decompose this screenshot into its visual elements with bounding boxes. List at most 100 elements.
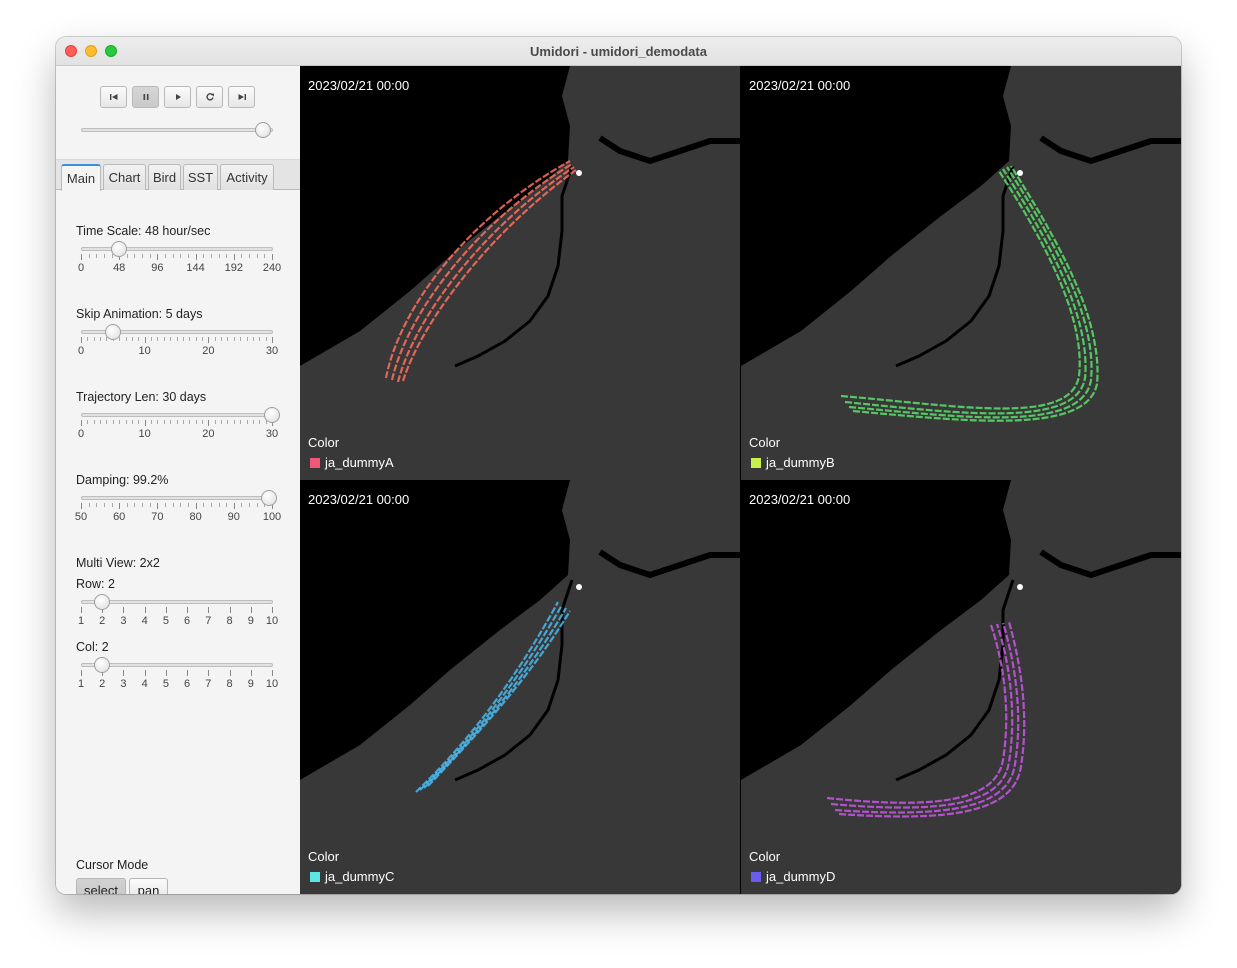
slider-tick bbox=[272, 254, 273, 260]
slider-tick bbox=[264, 254, 266, 258]
slider-tick bbox=[201, 337, 203, 341]
colony-marker bbox=[1017, 170, 1023, 176]
map-panel[interactable]: 2023/02/21 00:00 Color ja_dummyB bbox=[741, 66, 1181, 480]
reload-icon bbox=[205, 93, 214, 101]
slider-tick bbox=[134, 254, 136, 258]
map-grid[interactable]: 2023/02/21 00:00 Color ja_dummyA 2023/02… bbox=[300, 66, 1181, 894]
slider-tick bbox=[96, 503, 98, 507]
time-scale-slider-track[interactable] bbox=[81, 247, 273, 251]
slider-tick bbox=[250, 607, 252, 613]
panel-timestamp: 2023/02/21 00:00 bbox=[308, 492, 410, 507]
slider-tick bbox=[208, 337, 210, 343]
tab-main[interactable]: Main bbox=[61, 164, 101, 191]
slider-tick bbox=[272, 337, 273, 343]
slider-tick bbox=[210, 503, 212, 507]
slider-tick bbox=[187, 254, 189, 258]
damping-slider-thumb[interactable] bbox=[260, 490, 277, 506]
trajectory-len-slider-track[interactable] bbox=[81, 413, 273, 417]
slider-tick-label: 7 bbox=[205, 615, 212, 627]
slider-tick bbox=[249, 254, 251, 258]
select-mode-button[interactable]: select bbox=[76, 878, 126, 894]
pan-mode-button[interactable]: pan bbox=[129, 878, 168, 894]
damping-slider-track[interactable] bbox=[81, 496, 273, 500]
panel-timestamp: 2023/02/21 00:00 bbox=[749, 78, 851, 93]
panel-legend-item: ja_dummyC bbox=[310, 869, 394, 884]
skip-to-end-button[interactable] bbox=[228, 86, 255, 108]
map-canvas[interactable] bbox=[741, 66, 1181, 480]
slider-tick-label: 8 bbox=[226, 678, 233, 690]
slider-tick bbox=[87, 337, 89, 341]
colony-marker bbox=[576, 584, 582, 590]
tab-bird[interactable]: Bird bbox=[148, 164, 181, 190]
slider-tick bbox=[81, 337, 82, 343]
map-canvas[interactable] bbox=[741, 480, 1181, 894]
legend-swatch bbox=[310, 457, 320, 468]
trajectory-len-slider-thumb[interactable] bbox=[264, 407, 280, 423]
slider-tick bbox=[125, 420, 127, 424]
slider-tick-label: 7 bbox=[205, 678, 212, 690]
playback-controls bbox=[56, 66, 300, 160]
slider-tick bbox=[123, 670, 125, 676]
play-icon bbox=[175, 94, 181, 100]
slider-tick bbox=[226, 254, 228, 258]
reload-button[interactable] bbox=[196, 86, 223, 108]
tab-sst[interactable]: SST bbox=[183, 164, 218, 190]
skip-to-start-button[interactable] bbox=[100, 86, 127, 108]
slider-tick bbox=[172, 503, 174, 507]
col-label: Col: 2 bbox=[76, 640, 109, 654]
slider-tick-label: 5 bbox=[162, 678, 169, 690]
colony-marker bbox=[1017, 584, 1023, 590]
legend-label: ja_dummyC bbox=[325, 869, 395, 884]
slider-tick bbox=[119, 503, 121, 509]
slider-tick-label: 60 bbox=[113, 511, 126, 523]
slider-tick bbox=[157, 254, 159, 260]
tab-chart[interactable]: Chart bbox=[103, 164, 146, 190]
slider-tick bbox=[151, 420, 153, 424]
window-title: Umidori - umidori_demodata bbox=[530, 44, 707, 59]
slider-tick bbox=[252, 337, 254, 341]
panel-legend-item: ja_dummyD bbox=[751, 869, 835, 884]
slider-tick-label: 10 bbox=[138, 345, 151, 357]
slider-tick bbox=[203, 254, 205, 258]
map-canvas[interactable] bbox=[300, 66, 740, 480]
slider-tick-label: 50 bbox=[74, 511, 88, 523]
slider-tick bbox=[172, 254, 174, 258]
slider-tick-label: 9 bbox=[247, 678, 254, 690]
slider-tick bbox=[214, 337, 216, 341]
colony-marker bbox=[576, 170, 582, 176]
slider-tick bbox=[163, 337, 165, 341]
slider-tick-label: 4 bbox=[141, 615, 148, 627]
slider-tick bbox=[218, 503, 220, 507]
slider-tick bbox=[81, 420, 82, 426]
damping-label: Damping: 99.2% bbox=[76, 473, 169, 487]
slider-tick bbox=[233, 337, 235, 341]
slider-tick bbox=[229, 607, 231, 613]
skip-animation-slider-thumb[interactable] bbox=[104, 324, 121, 340]
slider-tick-label: 10 bbox=[265, 678, 279, 690]
play-button[interactable] bbox=[164, 86, 191, 108]
slider-tick bbox=[227, 337, 229, 341]
slider-tick bbox=[195, 337, 197, 341]
pause-button[interactable] bbox=[132, 86, 159, 108]
slider-tick-label: 9 bbox=[247, 615, 254, 627]
slider-tick bbox=[233, 254, 235, 260]
slider-tick bbox=[100, 337, 102, 341]
slider-tick bbox=[195, 254, 197, 260]
slider-tick bbox=[227, 420, 229, 424]
map-panel[interactable]: 2023/02/21 00:00 Color ja_dummyA bbox=[300, 66, 740, 480]
slider-tick bbox=[106, 420, 108, 424]
damping-ticks bbox=[81, 503, 273, 509]
progress-slider-thumb[interactable] bbox=[255, 122, 272, 138]
slider-tick bbox=[233, 420, 235, 424]
tab-activity[interactable]: Activity bbox=[220, 164, 274, 190]
slider-tick bbox=[265, 337, 267, 341]
map-panel[interactable]: 2023/02/21 00:00 Color ja_dummyC bbox=[300, 480, 740, 894]
row-label: Row: 2 bbox=[76, 577, 115, 591]
progress-slider-track[interactable] bbox=[81, 128, 273, 132]
map-canvas[interactable] bbox=[300, 480, 740, 894]
slider-tick bbox=[144, 607, 146, 613]
slider-tick bbox=[93, 420, 95, 424]
map-panel[interactable]: 2023/02/21 00:00 Color ja_dummyD bbox=[741, 480, 1181, 894]
slider-tick bbox=[256, 503, 258, 507]
slider-tick-label: 70 bbox=[151, 511, 164, 523]
